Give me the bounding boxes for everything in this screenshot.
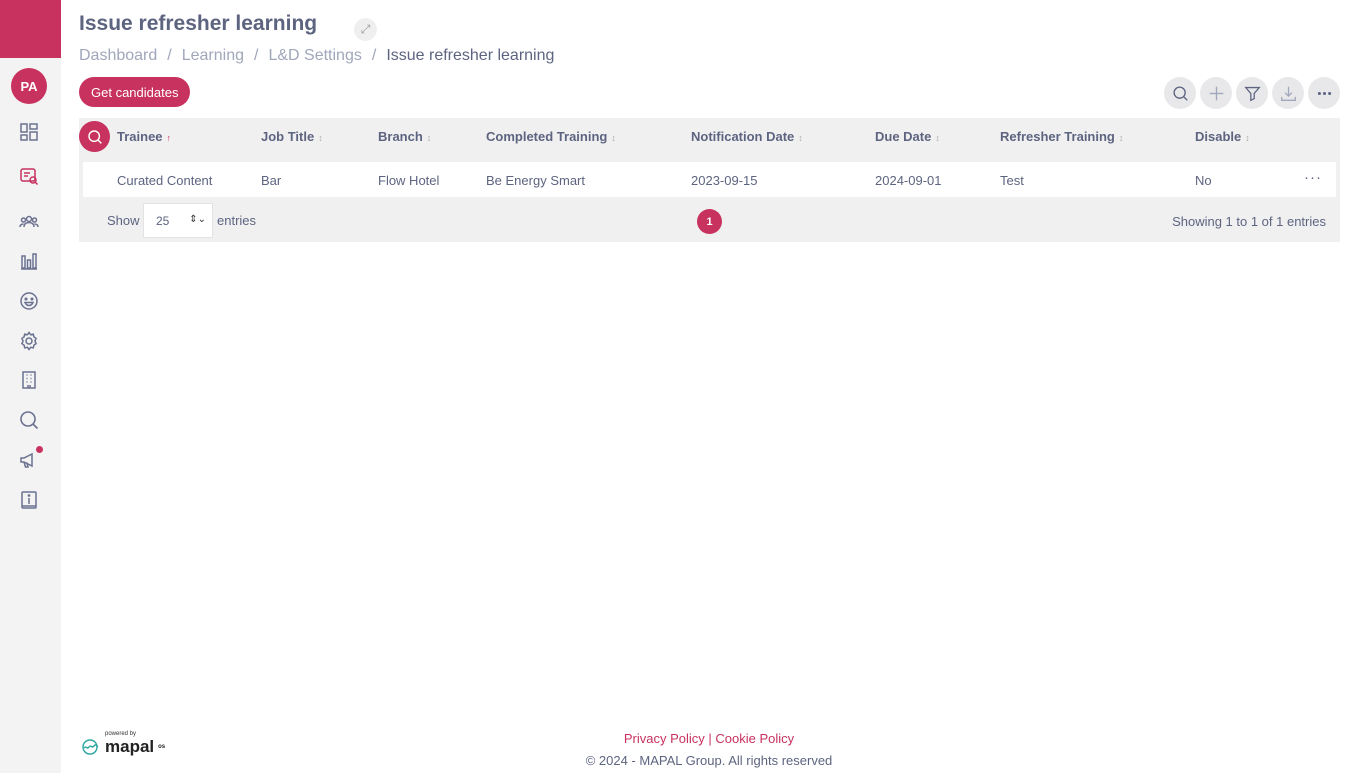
column-header-due-date[interactable]: Due Date ↕: [875, 129, 940, 144]
avatar[interactable]: PA: [11, 68, 47, 104]
column-header-notification-date[interactable]: Notification Date ↕: [691, 129, 803, 144]
entries-value: 25: [156, 213, 170, 228]
cookie-policy-link[interactable]: Cookie Policy: [715, 731, 794, 746]
column-label: Branch: [378, 129, 423, 144]
breadcrumb-dashboard[interactable]: Dashboard: [79, 47, 157, 65]
sidebar-brand-block: [0, 0, 61, 58]
page-title: Issue refresher learning: [79, 12, 318, 35]
column-label: Notification Date: [691, 129, 795, 144]
pagination-page-1[interactable]: 1: [697, 209, 722, 234]
footer-links: Privacy Policy | Cookie Policy: [0, 731, 1352, 746]
smiley-icon[interactable]: [18, 290, 40, 312]
cell-branch: Flow Hotel: [378, 173, 440, 188]
sort-icon: ↕: [611, 133, 616, 143]
sort-icon: ↕: [1245, 133, 1250, 143]
showing-info: Showing 1 to 1 of 1 entries: [1172, 214, 1326, 229]
breadcrumb-separator: /: [167, 47, 172, 64]
show-label: Show: [107, 213, 140, 228]
cell-disable: No: [1195, 173, 1212, 188]
breadcrumb-current: Issue refresher learning: [386, 47, 555, 64]
notification-dot: [36, 446, 43, 453]
table-footer: Show 25 ⇕⌄ entries 1 Showing 1 to 1 of 1…: [79, 202, 1340, 242]
sort-icon: ↕: [318, 133, 323, 143]
megaphone-icon[interactable]: [18, 446, 43, 471]
building-icon[interactable]: [18, 369, 40, 391]
cell-due-date: 2024-09-01: [875, 173, 942, 188]
data-table: Trainee ↑ Job Title ↕ Branch ↕ Completed Tr…: [79, 118, 1340, 242]
column-header-trainee[interactable]: Trainee ↑: [117, 129, 171, 144]
download-icon[interactable]: [1272, 77, 1304, 109]
cell-trainee: Curated Content: [117, 173, 213, 188]
copyright: © 2024 - MAPAL Group. All rights reserve…: [585, 753, 833, 768]
sort-icon: ↕: [426, 133, 432, 143]
cell-completed-training: Be Energy Smart: [486, 173, 585, 188]
learning-search-icon[interactable]: [18, 165, 40, 187]
toolbar: [1164, 77, 1340, 109]
info-icon[interactable]: [18, 489, 40, 511]
column-label: Refresher Training: [1000, 129, 1115, 144]
get-candidates-button[interactable]: Get candidates: [79, 77, 191, 107]
privacy-policy-link[interactable]: Privacy Policy: [624, 731, 705, 746]
sort-icon: ↕: [1118, 133, 1124, 143]
table-row[interactable]: Curated Content Bar Flow Hotel Be Energy…: [83, 162, 1336, 197]
sort-icon: ↕: [798, 133, 803, 143]
column-header-disable[interactable]: Disable ↕: [1195, 129, 1250, 144]
filter-icon[interactable]: [1236, 77, 1268, 109]
expand-icon[interactable]: ⤢: [354, 18, 377, 41]
plus-icon[interactable]: [1200, 77, 1232, 109]
column-header-refresher-training[interactable]: Refresher Training ↕: [1000, 129, 1123, 144]
cell-notification-date: 2023-09-15: [691, 173, 758, 188]
breadcrumb-separator: /: [254, 47, 259, 64]
reports-chart-icon[interactable]: [18, 250, 40, 272]
entries-label: entries: [217, 213, 257, 228]
sidebar: PA: [0, 0, 61, 773]
breadcrumb-learning[interactable]: Learning: [182, 47, 244, 65]
link-separator: |: [704, 731, 716, 746]
column-label: Completed Training: [486, 129, 608, 144]
gear-icon[interactable]: [18, 330, 40, 352]
table-search-icon[interactable]: [79, 121, 110, 152]
row-more-icon[interactable]: ···: [1304, 169, 1322, 186]
column-header-completed-training[interactable]: Completed Training ↕: [486, 129, 616, 144]
search-icon[interactable]: [18, 409, 40, 431]
sort-icon: ↕: [935, 133, 940, 143]
table-header: Trainee ↑ Job Title ↕ Branch ↕ Completed Tr…: [79, 118, 1340, 154]
cell-job-title: Bar: [261, 173, 282, 188]
search-icon[interactable]: [1164, 77, 1196, 109]
people-icon[interactable]: [18, 211, 40, 233]
select-arrows-icon: ⇕⌄: [189, 214, 206, 225]
column-label: Due Date: [875, 129, 932, 144]
cell-refresher-training: Test: [1000, 173, 1024, 188]
more-icon[interactable]: [1308, 77, 1340, 109]
entries-per-page-select[interactable]: 25 ⇕⌄: [143, 203, 213, 238]
column-header-branch[interactable]: Branch ↕: [378, 129, 431, 144]
breadcrumb-ld-settings[interactable]: L&D Settings: [268, 47, 361, 65]
column-label: Disable: [1195, 129, 1242, 144]
dashboard-icon[interactable]: [18, 121, 40, 143]
column-label: Trainee: [117, 129, 163, 144]
breadcrumb: Dashboard / Learning / L&D Settings / Is…: [79, 47, 554, 65]
sort-asc-icon: ↑: [166, 133, 172, 143]
breadcrumb-separator: /: [371, 47, 377, 64]
column-header-job-title[interactable]: Job Title ↕: [261, 129, 323, 144]
column-label: Job Title: [261, 129, 315, 144]
